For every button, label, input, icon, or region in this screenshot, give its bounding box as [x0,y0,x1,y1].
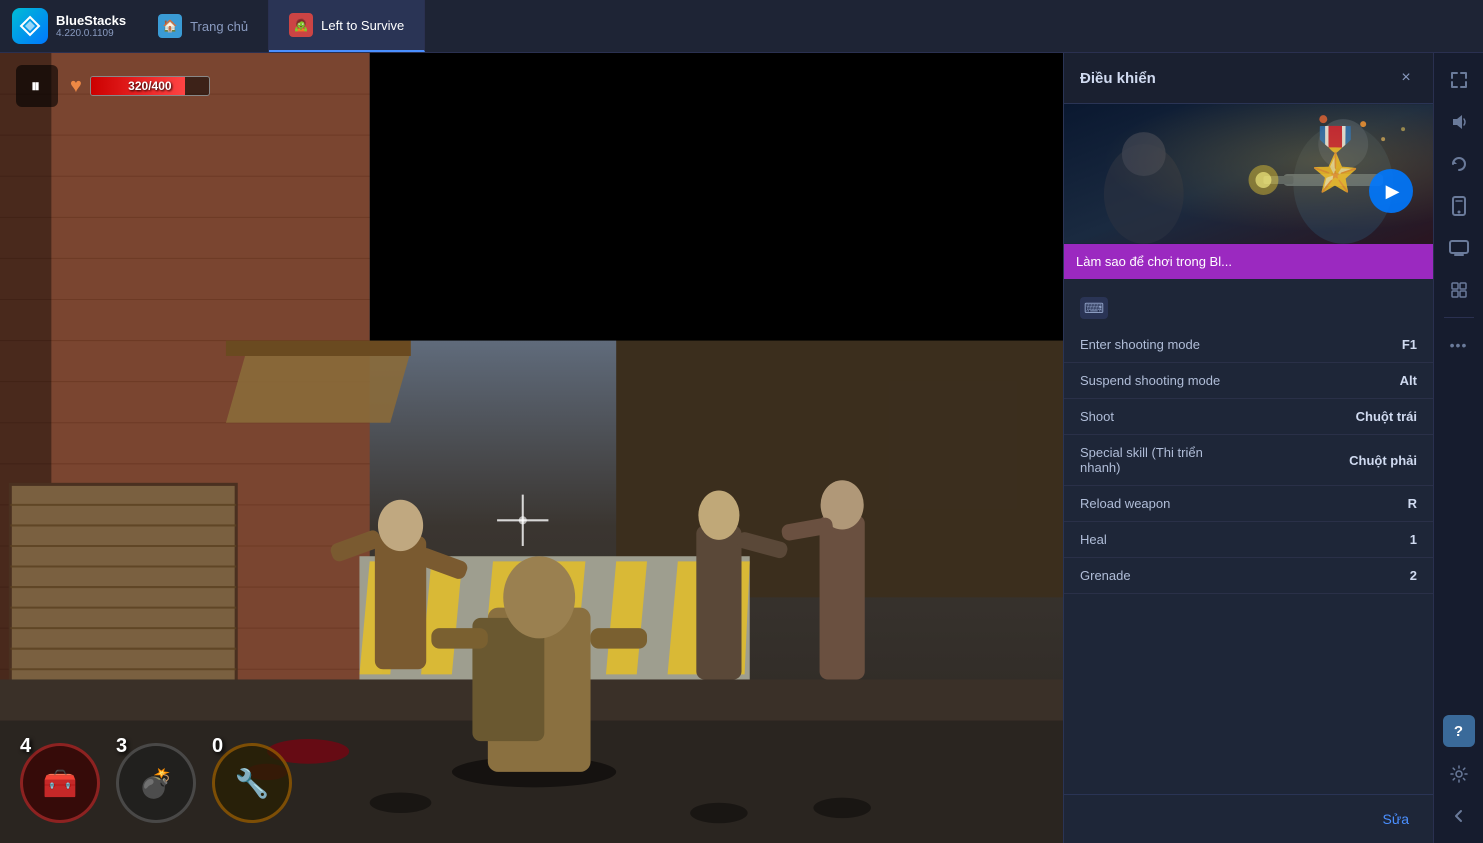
bluestacks-logo-icon [12,8,48,44]
video-caption-text: Làm sao để chơi trong Bl... [1076,254,1232,269]
grenade-icon: 💣 [116,743,196,823]
control-label-6: Grenade [1080,568,1410,583]
video-caption: Làm sao để chơi trong Bl... [1064,244,1433,279]
control-row-6: Grenade 2 [1064,558,1433,594]
item-slot-2[interactable]: 3 💣 [116,743,196,823]
question-icon: ? [1454,723,1463,740]
right-panel: Điều khiển × [1063,53,1433,843]
game-tab-icon: 🧟 [289,13,313,37]
controls-icon-row: ⌨ [1064,289,1433,327]
control-label-2: Shoot [1080,409,1356,424]
expand-button[interactable] [1440,61,1478,99]
device-button[interactable] [1440,187,1478,225]
screen-button[interactable] [1440,229,1478,267]
control-key-6: 2 [1410,568,1417,583]
control-label-1: Suspend shooting mode [1080,373,1400,388]
control-key-0: F1 [1402,337,1417,352]
pause-icon: ⏸ [31,76,43,97]
control-key-3: Chuột phải [1349,453,1417,468]
title-bar: BlueStacks 4.220.0.1109 🏠 Trang chủ 🧟 Le… [0,0,1483,53]
controls-section: ⌨ Enter shooting mode F1 Suspend shootin… [1064,279,1433,794]
control-row-3: Special skill (Thi triểnnhanh) Chuột phả… [1064,435,1433,486]
panel-header: Điều khiển × [1064,53,1433,104]
sidebar-icons: ••• ? [1433,53,1483,843]
close-button[interactable]: × [1395,67,1417,89]
control-row-0: Enter shooting mode F1 [1064,327,1433,363]
macro-button[interactable] [1440,271,1478,309]
close-icon: × [1401,69,1410,87]
medkit-icon: 🧰 [20,743,100,823]
item-slot-3[interactable]: 0 🔧 [212,743,292,823]
health-text: 320/400 [128,79,171,93]
settings-button[interactable] [1440,755,1478,793]
app-name: BlueStacks [56,13,126,28]
bluestacks-name: BlueStacks 4.220.0.1109 [56,13,126,39]
control-label-3: Special skill (Thi triểnnhanh) [1080,445,1349,475]
panel-title: Điều khiển [1080,70,1156,87]
heart-icon: ♥ [70,75,82,98]
control-key-2: Chuột trái [1356,409,1417,424]
volume-button[interactable] [1440,103,1478,141]
item-count-3: 0 [212,735,223,758]
control-row-1: Suspend shooting mode Alt [1064,363,1433,399]
tab-game[interactable]: 🧟 Left to Survive [269,0,425,52]
health-bar-container: ♥ 320/400 [70,75,210,98]
back-button[interactable] [1440,797,1478,835]
control-row-5: Heal 1 [1064,522,1433,558]
item-slot-1[interactable]: 4 🧰 [20,743,100,823]
game-scene: ⏸ ♥ 320/400 4 🧰 3 💣 [0,53,1063,843]
panel-footer: Sửa [1064,794,1433,843]
control-label-0: Enter shooting mode [1080,337,1402,352]
pause-button[interactable]: ⏸ [16,65,58,107]
control-key-5: 1 [1410,532,1417,547]
tab-game-label: Left to Survive [321,18,404,33]
control-row-2: Shoot Chuột trái [1064,399,1433,435]
edit-button[interactable]: Sửa [1375,807,1418,831]
keyboard-icon: ⌨ [1080,297,1108,319]
game-area[interactable]: ⏸ ♥ 320/400 4 🧰 3 💣 [0,53,1063,843]
health-bar: 320/400 [90,76,210,96]
main-layout: ⏸ ♥ 320/400 4 🧰 3 💣 [0,53,1483,843]
rotate-button[interactable] [1440,145,1478,183]
control-label-5: Heal [1080,532,1410,547]
app-version: 4.220.0.1109 [56,28,126,39]
tab-home[interactable]: 🏠 Trang chủ [138,0,269,52]
home-tab-icon: 🏠 [158,14,182,38]
more-icon: ••• [1450,337,1468,353]
control-key-1: Alt [1400,373,1417,388]
play-button[interactable]: ▶ [1369,169,1413,213]
control-key-4: R [1408,496,1417,511]
sidebar-divider [1444,317,1474,318]
item-count-2: 3 [116,735,127,758]
control-label-4: Reload weapon [1080,496,1408,511]
more-button[interactable]: ••• [1440,326,1478,364]
help-button[interactable]: ? [1443,715,1475,747]
bluestacks-logo: BlueStacks 4.220.0.1109 [0,8,138,44]
hud: ⏸ ♥ 320/400 [0,53,1063,119]
control-row-4: Reload weapon R [1064,486,1433,522]
tab-home-label: Trang chủ [190,19,248,34]
video-thumbnail[interactable]: ▶ Làm sao để chơi trong Bl... [1064,104,1433,279]
play-icon: ▶ [1386,181,1400,202]
item-count-1: 4 [20,735,31,758]
ammo-icon: 🔧 [212,743,292,823]
bottom-hud: 4 🧰 3 💣 0 🔧 [20,743,292,823]
